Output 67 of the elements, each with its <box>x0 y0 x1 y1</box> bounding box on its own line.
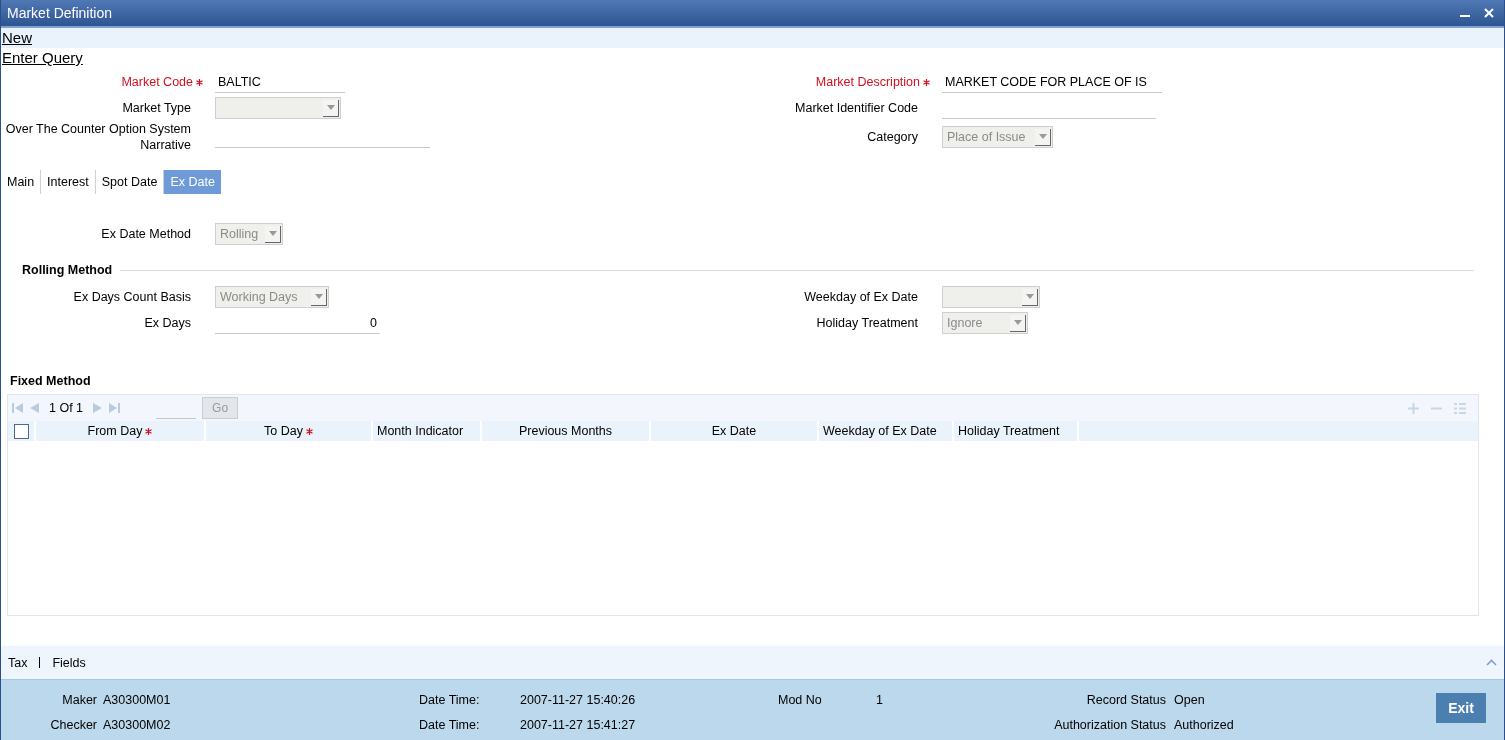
audit-value: Open <box>1173 691 1206 709</box>
audit-label: Checker <box>49 716 97 734</box>
field-label: Category <box>867 129 918 145</box>
field-label: Over The Counter Option System Narrative <box>4 121 191 153</box>
footer-link[interactable]: Tax <box>8 655 28 670</box>
column-header[interactable]: Weekday of Ex Date <box>823 424 937 438</box>
first-page-icon[interactable] <box>12 402 23 414</box>
audit-label: Record Status <box>1085 691 1166 709</box>
field-label: Ex Days <box>144 315 191 331</box>
exit-button[interactable]: Exit <box>1436 693 1486 723</box>
caret-icon <box>314 294 323 299</box>
field-label: Holiday Treatment <box>816 315 918 331</box>
required-icon <box>305 427 313 435</box>
audit-value: 2007-11-27 15:41:27 <box>519 716 637 734</box>
field-label: Ex Days Count Basis <box>73 289 191 305</box>
dropdown[interactable] <box>215 97 341 119</box>
caret-icon <box>268 231 277 236</box>
section-heading: Rolling Method <box>22 263 113 277</box>
next-page-icon[interactable] <box>93 402 104 414</box>
field-label: Ex Date Method <box>101 226 191 242</box>
text-field[interactable]: MARKET CODE FOR PLACE OF IS <box>942 71 1162 93</box>
caret-icon <box>1025 294 1034 299</box>
required-icon <box>923 78 930 86</box>
audit-value: Authorized <box>1173 716 1235 734</box>
audit-value: A30300M01 <box>102 691 172 709</box>
required-icon <box>196 78 203 86</box>
section-heading: Fixed Method <box>10 373 92 390</box>
column-header[interactable]: From Day <box>87 424 143 438</box>
column-header[interactable]: To Day <box>264 424 303 438</box>
dropdown[interactable] <box>942 286 1040 308</box>
field-label: Market Code <box>121 74 193 90</box>
chevron-up-icon[interactable] <box>1486 659 1497 666</box>
audit-label: Mod No <box>777 691 823 709</box>
footer-link[interactable]: Fields <box>52 655 86 670</box>
field-label: Weekday of Ex Date <box>804 289 918 305</box>
text-field[interactable]: BALTIC <box>215 71 345 93</box>
column-header[interactable]: Month Indicator <box>377 424 464 438</box>
column-header[interactable]: Holiday Treatment <box>958 424 1060 438</box>
audit-label: Authorization Status <box>1053 716 1166 734</box>
audit-value: 2007-11-27 15:40:26 <box>519 691 637 709</box>
audit-label: Date Time: <box>418 691 481 709</box>
column-header[interactable]: Previous Months <box>518 424 613 438</box>
add-icon[interactable] <box>1408 402 1419 414</box>
action-link[interactable]: New <box>1 28 33 48</box>
field-label: Market Description <box>815 74 920 90</box>
close-icon[interactable] <box>1484 8 1494 18</box>
caret-icon <box>1013 320 1022 325</box>
last-page-icon[interactable] <box>109 402 121 414</box>
tab[interactable]: Main <box>1 170 42 194</box>
audit-label: Maker <box>61 691 97 709</box>
caret-icon <box>326 105 335 110</box>
required-icon <box>145 427 153 435</box>
audit-value: 1 <box>875 691 884 709</box>
action-link[interactable]: Enter Query <box>1 48 84 68</box>
caret-icon <box>1038 134 1047 139</box>
previous-page-icon[interactable] <box>29 402 39 414</box>
window-title: Market Definition <box>7 5 114 21</box>
field-label: Market Type <box>122 100 191 116</box>
tab[interactable]: Interest <box>41 170 96 194</box>
select-all-checkbox[interactable] <box>13 423 29 439</box>
audit-label: Date Time: <box>418 716 481 734</box>
column-header[interactable]: Ex Date <box>711 424 757 438</box>
list-icon[interactable] <box>1454 402 1466 414</box>
field-label: Market Identifier Code <box>795 100 918 116</box>
page-indicator: 1 Of 1 <box>49 401 84 415</box>
text-field[interactable]: 0 <box>215 312 380 334</box>
audit-value: A30300M02 <box>102 716 172 734</box>
